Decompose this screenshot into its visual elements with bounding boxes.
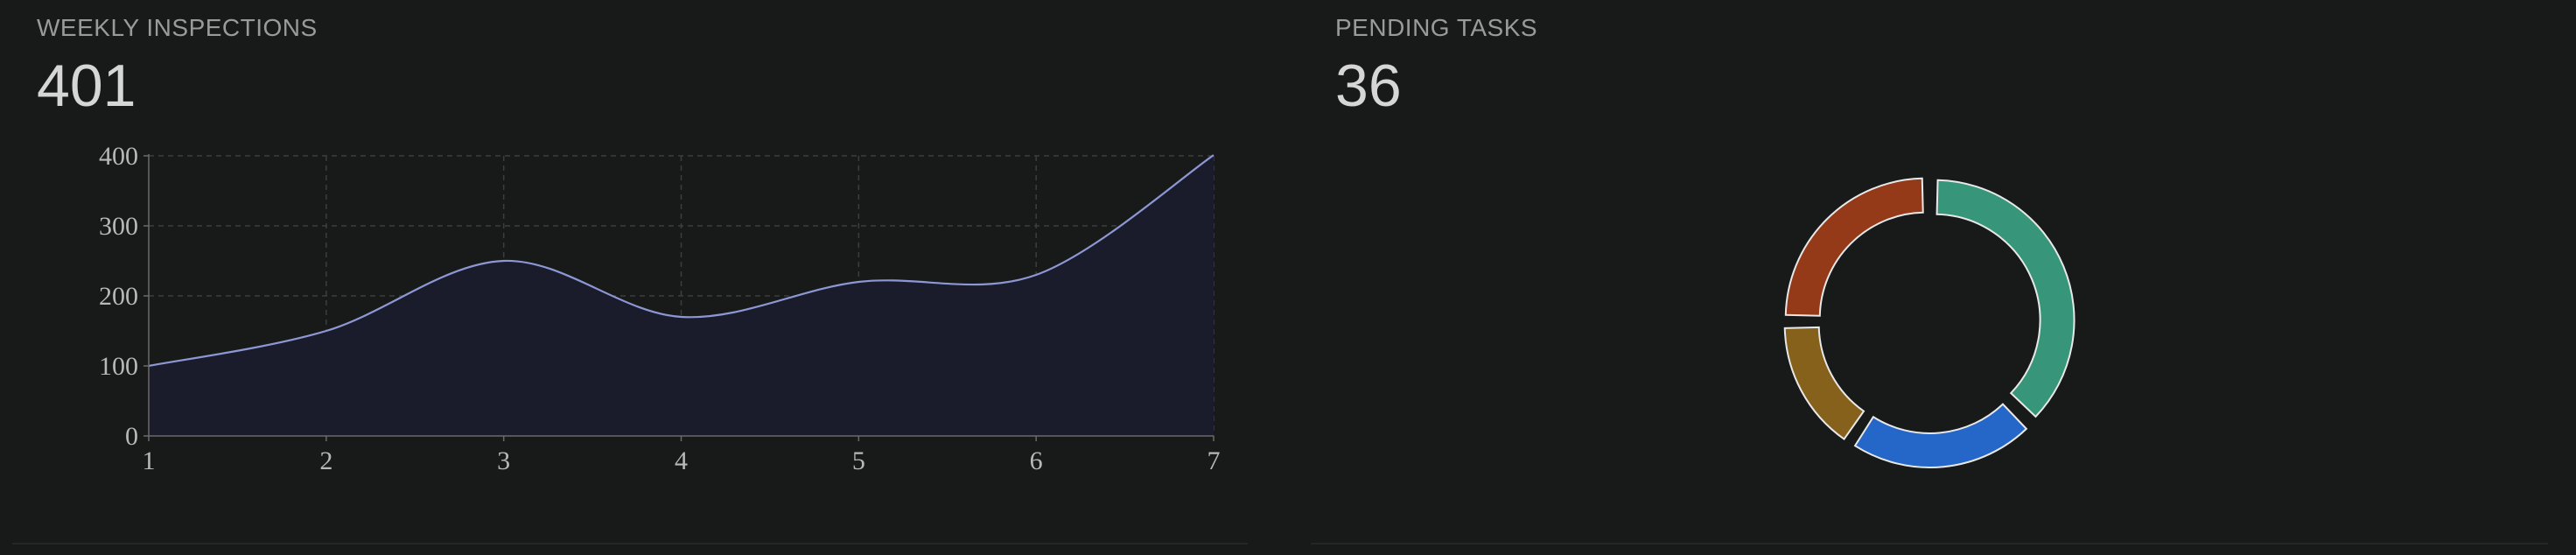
y-tick-label: 300 bbox=[99, 212, 138, 241]
y-tick-label: 400 bbox=[99, 142, 138, 171]
x-tick-label: 2 bbox=[319, 446, 332, 475]
donut-slice bbox=[1936, 179, 2076, 418]
x-tick-label: 6 bbox=[1030, 446, 1043, 475]
donut-slice bbox=[1853, 403, 2028, 468]
donut-slice bbox=[1784, 177, 1924, 317]
pending-tasks-panel: PENDING TASKS 36 bbox=[1311, 0, 2548, 544]
y-tick-label: 100 bbox=[99, 352, 138, 381]
y-tick-label: 200 bbox=[99, 282, 138, 311]
pending-tasks-donut-chart bbox=[1783, 177, 2076, 468]
x-tick-label: 5 bbox=[852, 446, 865, 475]
y-tick-label: 0 bbox=[125, 422, 138, 451]
weekly-inspections-chart: 0 100 200 300 400 1 2 3 4 5 6 7 bbox=[99, 142, 1221, 475]
x-tick-label: 3 bbox=[497, 446, 510, 475]
weekly-inspections-panel: WEEKLY INSPECTIONS 401 0 100 200 300 400 1 2 3 4… bbox=[12, 0, 1248, 544]
x-tick-label: 1 bbox=[143, 446, 156, 475]
x-tick-label: 7 bbox=[1208, 446, 1221, 475]
donut-slice bbox=[1783, 326, 1866, 440]
x-tick-label: 4 bbox=[675, 446, 688, 475]
